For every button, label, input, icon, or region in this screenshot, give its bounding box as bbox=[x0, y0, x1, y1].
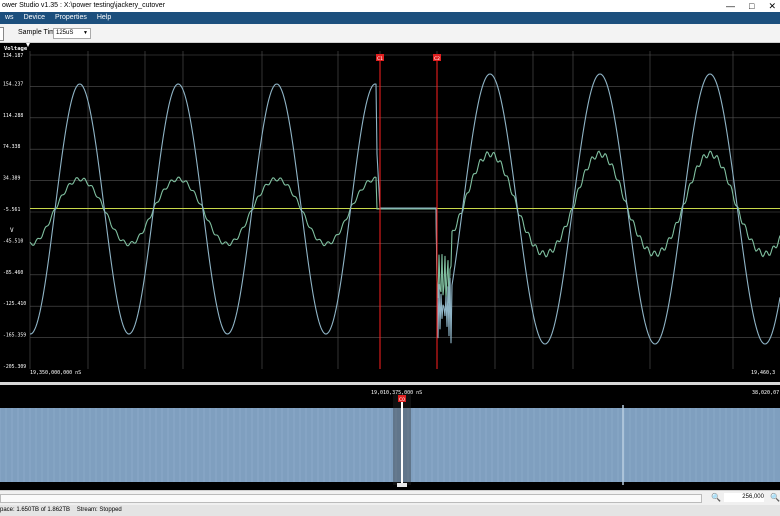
y-tick-label: -45.510 bbox=[3, 238, 23, 244]
y-tick-label: 154.237 bbox=[3, 81, 23, 87]
horizontal-scrollbar: 🔍 256,000 🔍 bbox=[0, 490, 780, 506]
y-tick-label: 74.338 bbox=[3, 144, 20, 150]
y-axis-ticks: 134.187 154.237 114.288 74.338 34.389 -5.561 -… bbox=[3, 53, 26, 370]
y-tick-label: -205.309 bbox=[3, 364, 26, 370]
chevron-down-icon: ▼ bbox=[83, 30, 88, 36]
title-bar: ower Studio v1.35 : X:\power testing\jac… bbox=[0, 0, 780, 12]
maximize-icon[interactable]: □ bbox=[749, 0, 754, 12]
scroll-track[interactable] bbox=[0, 494, 702, 503]
menu-item-properties[interactable]: Properties bbox=[50, 12, 92, 24]
y-tick-label: 134.187 bbox=[3, 53, 23, 59]
menu-item-device[interactable]: Device bbox=[19, 12, 50, 24]
sample-time-value: 125uS bbox=[56, 30, 74, 36]
channel-label: Voltage bbox=[4, 46, 28, 52]
sample-time-select[interactable]: 125uS ▼ bbox=[53, 28, 91, 39]
menu-item-help[interactable]: Help bbox=[92, 12, 116, 24]
toolbar-button[interactable] bbox=[0, 27, 4, 41]
menu-item-views[interactable]: ws bbox=[0, 12, 19, 24]
disk-space-text: pace: 1.650TB of 1.862TB bbox=[0, 507, 71, 513]
overview-cursor-label: C0 bbox=[399, 397, 405, 403]
zoom-out-icon[interactable]: 🔍 bbox=[711, 493, 721, 502]
y-tick-label: -5.561 bbox=[3, 207, 20, 213]
y-tick-label: 114.288 bbox=[3, 113, 23, 119]
overview-center-label: 19,010,375,000 nS bbox=[371, 390, 422, 396]
current-trace bbox=[29, 150, 780, 304]
waveform-plot[interactable]: 134.187 154.237 114.288 74.338 34.389 -5.561 -… bbox=[0, 43, 780, 382]
x-left-label: 19,350,000,000 nS bbox=[30, 370, 81, 376]
y-tick-label: -125.410 bbox=[3, 301, 26, 307]
minimize-icon[interactable]: — bbox=[726, 0, 735, 12]
zoom-in-icon[interactable]: 🔍 bbox=[770, 493, 780, 502]
zoom-value[interactable]: 256,000 bbox=[724, 493, 764, 502]
overview-plot[interactable]: C0 19,010,375,000 nS 38,020,07 bbox=[0, 385, 780, 490]
cursor-1-label: C1 bbox=[377, 56, 383, 62]
overview-cursor-handle bbox=[397, 483, 407, 487]
stream-status: Stream: Stopped bbox=[76, 507, 122, 513]
plot-grid bbox=[29, 51, 780, 369]
status-bar: pace: 1.650TB of 1.862TB Stream: Stopped bbox=[0, 505, 780, 516]
menu-bar: ws Device Properties Help bbox=[0, 12, 780, 24]
close-icon[interactable]: ✕ bbox=[768, 0, 776, 12]
y-tick-label: -165.359 bbox=[3, 333, 26, 339]
y-tick-label: 34.389 bbox=[3, 176, 20, 182]
unit-label: V bbox=[10, 227, 14, 234]
y-tick-label: -85.460 bbox=[3, 270, 23, 276]
cursor-2-label: C2 bbox=[434, 56, 440, 62]
toolbar: Sample Time: 125uS ▼ bbox=[0, 24, 780, 43]
window-title: ower Studio v1.35 : X:\power testing\jac… bbox=[2, 2, 166, 9]
x-right-label: 19,460,3 bbox=[751, 370, 775, 376]
overview-right-label: 38,020,07 bbox=[752, 390, 779, 396]
